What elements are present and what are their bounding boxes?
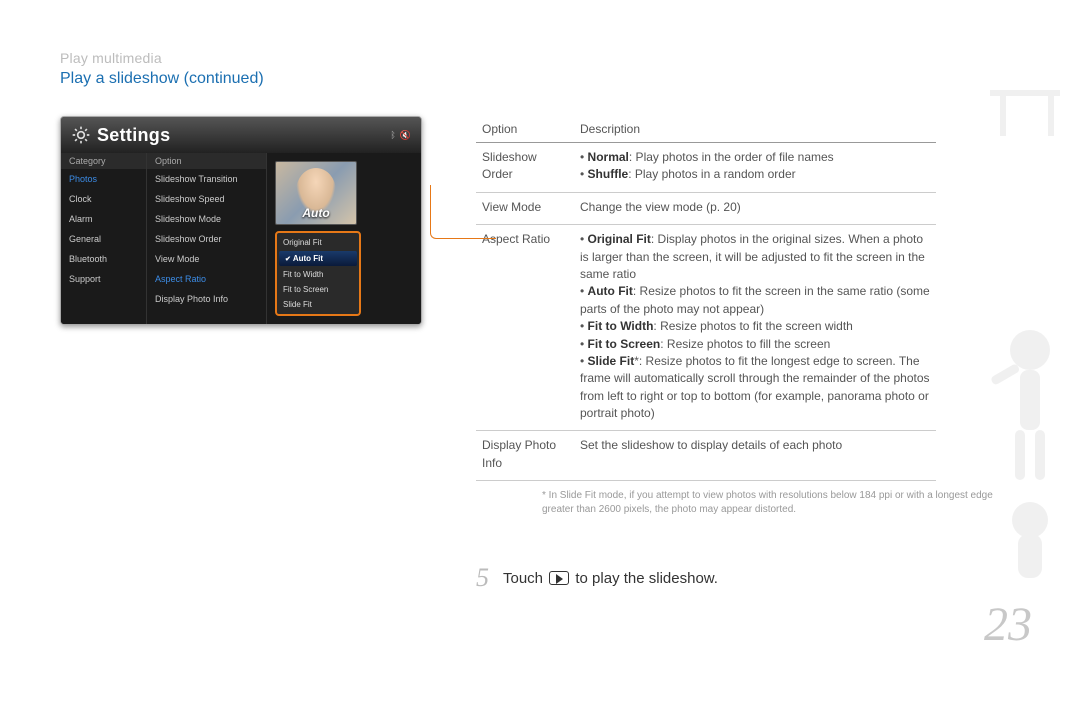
header-status-icons: ᛒ 🔇: [390, 130, 411, 141]
popup-slide-fit[interactable]: Slide Fit: [277, 297, 359, 312]
speaker-icon: 🔇: [400, 130, 411, 141]
popup-original-fit[interactable]: Original Fit: [277, 235, 359, 250]
category-bluetooth[interactable]: Bluetooth: [61, 249, 146, 269]
option-cell: Display Photo Info: [476, 431, 574, 481]
step-text-before: Touch: [503, 570, 547, 587]
popup-fit-to-width[interactable]: Fit to Width: [277, 267, 359, 282]
category-support[interactable]: Support: [61, 269, 146, 289]
table-row: Slideshow OrderNormal: Play photos in th…: [476, 143, 936, 193]
bluetooth-icon: ᛒ: [390, 130, 395, 141]
option-display-photo-info[interactable]: Display Photo Info: [147, 289, 266, 309]
category-column: Category Photos Clock Alarm General Blue…: [61, 153, 147, 324]
category-general[interactable]: General: [61, 229, 146, 249]
table-row: Aspect RatioOriginal Fit: Display photos…: [476, 225, 936, 431]
description-cell: Original Fit: Display photos in the orig…: [574, 225, 936, 431]
manual-page: Play multimedia Play a slideshow (contin…: [0, 0, 1080, 712]
category-clock[interactable]: Clock: [61, 189, 146, 209]
th-description: Description: [574, 116, 936, 143]
option-slideshow-order[interactable]: Slideshow Order: [147, 229, 266, 249]
breadcrumb: Play multimedia: [60, 50, 1020, 66]
step-text: Touch to play the slideshow.: [503, 570, 718, 587]
step-text-after: to play the slideshow.: [571, 570, 718, 587]
description-cell: Set the slideshow to display details of …: [574, 431, 936, 481]
preview-thumbnail: Auto: [275, 161, 357, 225]
options-table: Option Description Slideshow OrderNormal…: [476, 116, 936, 481]
section-title: Play a slideshow (continued): [60, 70, 1020, 88]
description-cell: Change the view mode (p. 20): [574, 192, 936, 224]
aspect-ratio-popup: Original Fit Auto Fit Fit to Width Fit t…: [275, 231, 361, 316]
table-row: View ModeChange the view mode (p. 20): [476, 192, 936, 224]
settings-panel: Settings ᛒ 🔇 Category Photos Clock Alarm…: [60, 116, 422, 325]
option-slideshow-transition[interactable]: Slideshow Transition: [147, 169, 266, 189]
option-slideshow-speed[interactable]: Slideshow Speed: [147, 189, 266, 209]
settings-header: Settings ᛒ 🔇: [61, 117, 421, 153]
popup-fit-to-screen[interactable]: Fit to Screen: [277, 282, 359, 297]
description-cell: Normal: Play photos in the order of file…: [574, 143, 936, 193]
option-aspect-ratio[interactable]: Aspect Ratio: [147, 269, 266, 289]
popup-auto-fit[interactable]: Auto Fit: [279, 251, 357, 266]
category-heading: Category: [61, 153, 146, 169]
table-row: Display Photo InfoSet the slideshow to d…: [476, 431, 936, 481]
preview-column: Auto Original Fit Auto Fit Fit to Width …: [267, 153, 421, 324]
th-option: Option: [476, 116, 574, 143]
content-row: Settings ᛒ 🔇 Category Photos Clock Alarm…: [60, 116, 1020, 517]
callout-connector: [430, 185, 496, 239]
option-cell: Aspect Ratio: [476, 225, 574, 431]
gear-icon: [71, 125, 91, 145]
option-heading: Option: [147, 153, 266, 169]
settings-title: Settings: [97, 125, 170, 146]
options-table-wrap: Option Description Slideshow OrderNormal…: [422, 116, 1020, 517]
option-column: Option Slideshow Transition Slideshow Sp…: [147, 153, 267, 324]
step-number: 5: [476, 563, 489, 593]
footnote: * In Slide Fit mode, if you attempt to v…: [542, 489, 1020, 517]
option-slideshow-mode[interactable]: Slideshow Mode: [147, 209, 266, 229]
page-number: 23: [984, 597, 1032, 652]
option-view-mode[interactable]: View Mode: [147, 249, 266, 269]
category-alarm[interactable]: Alarm: [61, 209, 146, 229]
step-5: 5 Touch to play the slideshow.: [476, 563, 1020, 593]
settings-body: Category Photos Clock Alarm General Blue…: [61, 153, 421, 324]
category-photos[interactable]: Photos: [61, 169, 146, 189]
play-icon: [549, 571, 569, 585]
preview-label: Auto: [302, 206, 329, 220]
